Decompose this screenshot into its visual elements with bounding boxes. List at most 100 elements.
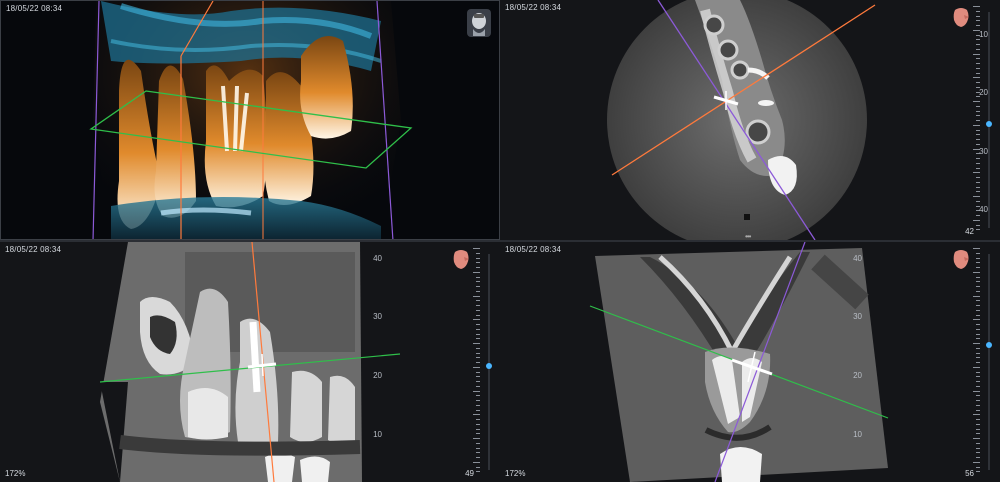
scale-tick xyxy=(976,252,980,254)
head-orientation-icon[interactable] xyxy=(467,9,491,37)
scale-tick xyxy=(976,452,980,454)
scale-tick xyxy=(976,44,980,45)
scale-tick xyxy=(476,419,480,420)
scale-ruler xyxy=(968,248,980,476)
viewport-sagittal[interactable]: 18/05/22 08:34 40 30 20 10 172% 49 xyxy=(0,242,500,482)
scale-tick xyxy=(476,286,480,287)
scale-tick xyxy=(476,457,480,458)
scale-tick xyxy=(976,63,980,64)
slice-slider-knob[interactable] xyxy=(986,341,992,348)
scale-tick xyxy=(476,371,480,373)
scale-tick xyxy=(976,305,980,306)
scale-tick xyxy=(976,433,980,435)
scale-tick xyxy=(976,200,980,202)
scale-tick xyxy=(976,267,980,268)
scale-tick xyxy=(976,352,980,354)
scale-tick xyxy=(473,390,480,392)
scale-tick xyxy=(476,281,480,283)
scale-tick xyxy=(973,101,980,102)
scale-tick xyxy=(976,409,980,411)
slice-slider-track[interactable] xyxy=(988,12,990,228)
scale-tick xyxy=(973,414,980,416)
scale-tick xyxy=(976,371,980,373)
scale-tick xyxy=(476,404,480,406)
scale-tick xyxy=(976,362,980,363)
scale-tick xyxy=(976,428,980,430)
slice-slider-track[interactable] xyxy=(488,254,490,470)
head-orientation-icon[interactable] xyxy=(450,248,472,272)
scale-tick xyxy=(476,381,480,382)
viewport-coronal[interactable]: 18/05/22 08:34 40 30 20 10 172% 56 xyxy=(500,242,1000,482)
scale-tick xyxy=(976,395,980,397)
scale-tick xyxy=(973,77,980,79)
scale-tick xyxy=(976,309,980,311)
scale-tick xyxy=(976,333,980,335)
scale-tick xyxy=(976,447,980,449)
scale-tick xyxy=(976,15,980,17)
scale-tick xyxy=(476,300,480,302)
scale-tick xyxy=(476,433,480,435)
timestamp: 18/05/22 08:34 xyxy=(505,245,562,254)
scale-label: 40 xyxy=(979,205,988,214)
scale-tick xyxy=(476,309,480,311)
scale-tick xyxy=(973,390,980,392)
scale-tick xyxy=(476,362,480,363)
3d-render-canvas[interactable] xyxy=(1,1,500,240)
coronal-slice-canvas[interactable] xyxy=(500,242,1000,482)
scale-tick xyxy=(976,257,980,259)
resize-handle[interactable]: ••• xyxy=(745,232,751,240)
scale-tick xyxy=(476,324,480,325)
scale-tick xyxy=(976,39,980,41)
head-orientation-icon[interactable] xyxy=(950,6,972,30)
scale-tick xyxy=(976,423,980,425)
slice-number: 42 xyxy=(965,227,974,236)
viewport-3d-render[interactable]: 18/05/22 08:34 xyxy=(0,0,500,240)
scale-tick xyxy=(976,167,980,169)
scale-tick xyxy=(476,447,480,449)
scale-tick xyxy=(973,124,980,126)
scale-tick xyxy=(973,319,980,321)
scale-tick xyxy=(476,385,480,387)
slice-slider-track[interactable] xyxy=(988,254,990,470)
scale-tick xyxy=(976,324,980,325)
scale-ruler xyxy=(468,248,480,476)
scale-tick xyxy=(473,248,480,249)
scale-tick xyxy=(476,276,480,278)
scale-tick xyxy=(973,295,980,297)
scale-tick xyxy=(976,20,980,22)
scale-tick xyxy=(976,181,980,183)
scale-tick xyxy=(473,366,480,368)
viewport-axial[interactable]: 18/05/22 08:34 10 20 30 40 42 ••• xyxy=(500,0,1000,240)
scale-label: 20 xyxy=(853,371,862,380)
scale-tick xyxy=(476,262,480,264)
scale-tick xyxy=(476,305,480,306)
scale-tick xyxy=(973,461,980,463)
slice-number: 56 xyxy=(965,469,974,478)
scale-tick xyxy=(476,328,480,330)
scale-tick xyxy=(476,471,480,473)
scale-tick xyxy=(473,295,480,297)
scale-tick xyxy=(976,162,980,164)
scale-tick xyxy=(476,395,480,397)
scale-tick xyxy=(973,438,980,439)
scale-tick xyxy=(973,343,980,344)
scale-label: 10 xyxy=(373,430,382,439)
axial-slice-canvas[interactable] xyxy=(500,0,1000,240)
scale-label: 40 xyxy=(373,254,382,263)
sagittal-slice-canvas[interactable] xyxy=(0,242,500,482)
scale-tick xyxy=(976,457,980,458)
scale-tick xyxy=(976,67,980,69)
scale-tick xyxy=(473,438,480,439)
scale-tick xyxy=(976,129,980,131)
scale-tick xyxy=(976,300,980,302)
head-orientation-icon[interactable] xyxy=(950,248,972,272)
scale-tick xyxy=(976,224,980,226)
scale-tick xyxy=(976,115,980,117)
scale-tick xyxy=(976,105,980,107)
scale-tick xyxy=(976,158,980,159)
scale-ruler xyxy=(968,6,980,234)
zoom-level: 172% xyxy=(505,469,526,478)
scale-tick xyxy=(476,257,480,259)
scale-tick xyxy=(973,219,980,221)
scale-tick xyxy=(976,471,980,473)
